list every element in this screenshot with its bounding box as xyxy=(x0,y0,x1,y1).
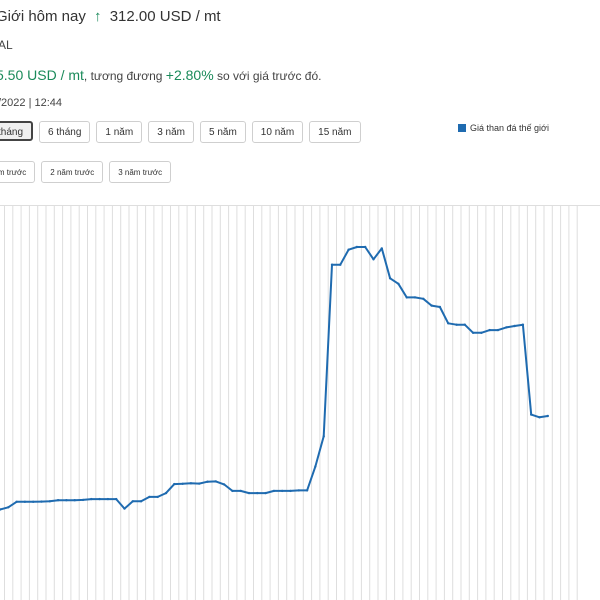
data-point[interactable] xyxy=(181,482,184,485)
range-button-1-year[interactable]: 1 năm xyxy=(96,121,143,143)
data-point[interactable] xyxy=(123,507,126,510)
data-point[interactable] xyxy=(314,465,317,468)
range-button-5-years[interactable]: 5 năm xyxy=(200,121,246,143)
data-point[interactable] xyxy=(505,326,508,329)
price-change: 5.50 USD / mt, tương đương +2.80% so với… xyxy=(0,67,321,83)
updated-date: /2022 | 12:44 xyxy=(0,97,63,109)
data-point[interactable] xyxy=(546,414,549,418)
data-point[interactable] xyxy=(322,435,325,438)
data-point[interactable] xyxy=(372,258,375,261)
data-point[interactable] xyxy=(413,296,417,299)
data-point[interactable] xyxy=(521,323,525,326)
data-point[interactable] xyxy=(496,328,500,332)
data-point[interactable] xyxy=(198,482,201,485)
data-point[interactable] xyxy=(115,497,118,501)
data-point[interactable] xyxy=(173,482,176,486)
chart-series xyxy=(0,245,549,511)
series-line-coal-price[interactable] xyxy=(0,246,548,511)
data-point[interactable] xyxy=(239,489,242,493)
data-point[interactable] xyxy=(247,491,251,495)
arrow-up-icon: ↑ xyxy=(94,8,102,25)
chart-legend[interactable]: Giá than đá thế giới xyxy=(458,123,549,133)
data-point[interactable] xyxy=(139,500,143,503)
data-point[interactable] xyxy=(98,497,101,501)
data-point[interactable] xyxy=(463,323,466,326)
data-point[interactable] xyxy=(380,247,383,250)
data-point[interactable] xyxy=(471,331,475,334)
data-point[interactable] xyxy=(355,245,359,249)
data-point[interactable] xyxy=(297,489,300,492)
data-point[interactable] xyxy=(56,499,60,502)
data-point[interactable] xyxy=(530,413,533,416)
data-point[interactable] xyxy=(388,277,392,280)
data-point[interactable] xyxy=(214,480,217,483)
data-point[interactable] xyxy=(397,282,400,285)
data-point[interactable] xyxy=(73,499,76,502)
current-price: 312.00 USD / mt xyxy=(109,8,221,25)
data-point[interactable] xyxy=(364,245,367,249)
change-mid: , tương đương xyxy=(83,69,163,83)
data-point[interactable] xyxy=(347,248,350,251)
data-point[interactable] xyxy=(65,499,68,502)
data-point[interactable] xyxy=(15,500,18,503)
data-point[interactable] xyxy=(32,500,35,503)
data-point[interactable] xyxy=(339,263,342,266)
price-chart xyxy=(0,205,600,600)
range-button-6-months[interactable]: 6 tháng xyxy=(39,121,91,143)
data-point[interactable] xyxy=(231,489,234,493)
data-point[interactable] xyxy=(156,495,159,499)
data-point[interactable] xyxy=(289,489,292,493)
range-button-3-years[interactable]: 3 năm xyxy=(148,121,194,143)
data-point[interactable] xyxy=(48,500,51,503)
data-point[interactable] xyxy=(206,480,209,483)
data-point[interactable] xyxy=(305,489,309,492)
data-point[interactable] xyxy=(81,498,85,502)
data-point[interactable] xyxy=(422,297,425,300)
subtitle: AL xyxy=(0,38,13,52)
compare-selector: năm trước 2 năm trước 3 năm trước xyxy=(0,161,172,183)
data-point[interactable] xyxy=(90,497,93,501)
change-percent: +2.80% xyxy=(165,67,214,83)
data-point[interactable] xyxy=(106,497,110,501)
chart-grid xyxy=(0,205,600,600)
page-title: Giới hôm nay xyxy=(0,8,86,25)
data-point[interactable] xyxy=(264,491,267,495)
data-point[interactable] xyxy=(447,322,450,325)
compare-button-2-years-ago[interactable]: 2 năm trước xyxy=(41,161,104,183)
data-point[interactable] xyxy=(538,416,541,419)
compare-button-3-years-ago[interactable]: 3 năm trước xyxy=(109,161,172,183)
range-button-10-years[interactable]: 10 năm xyxy=(251,121,304,143)
change-suffix: so với giá trước đó. xyxy=(217,69,322,83)
data-point[interactable] xyxy=(131,500,134,503)
range-button-15-years[interactable]: 15 năm xyxy=(309,121,361,143)
price-headline: Giới hôm nay ↑ 312.00 USD / mt xyxy=(0,8,221,25)
data-point[interactable] xyxy=(7,506,10,509)
data-point[interactable] xyxy=(488,328,491,332)
data-point[interactable] xyxy=(189,482,193,485)
data-point[interactable] xyxy=(513,324,516,328)
data-point[interactable] xyxy=(330,263,334,266)
data-point[interactable] xyxy=(281,489,284,493)
range-button-1-month[interactable]: tháng xyxy=(0,121,34,141)
compare-button-last-year[interactable]: năm trước xyxy=(0,161,36,183)
change-value: 5.50 USD / mt xyxy=(0,67,84,83)
data-point[interactable] xyxy=(164,491,168,495)
data-point[interactable] xyxy=(455,323,458,326)
data-point[interactable] xyxy=(148,495,151,499)
range-selector: tháng 6 tháng 1 năm 3 năm 5 năm 10 năm 1… xyxy=(0,121,361,143)
data-point[interactable] xyxy=(480,331,483,334)
data-point[interactable] xyxy=(40,500,43,503)
data-point[interactable] xyxy=(256,491,259,495)
data-point[interactable] xyxy=(222,483,226,486)
legend-label: Giá than đá thế giới xyxy=(470,123,549,133)
data-point[interactable] xyxy=(272,489,276,493)
data-point[interactable] xyxy=(430,304,433,307)
data-point[interactable] xyxy=(405,296,408,299)
data-point[interactable] xyxy=(438,305,442,309)
data-point[interactable] xyxy=(23,500,27,503)
legend-swatch xyxy=(458,124,466,132)
